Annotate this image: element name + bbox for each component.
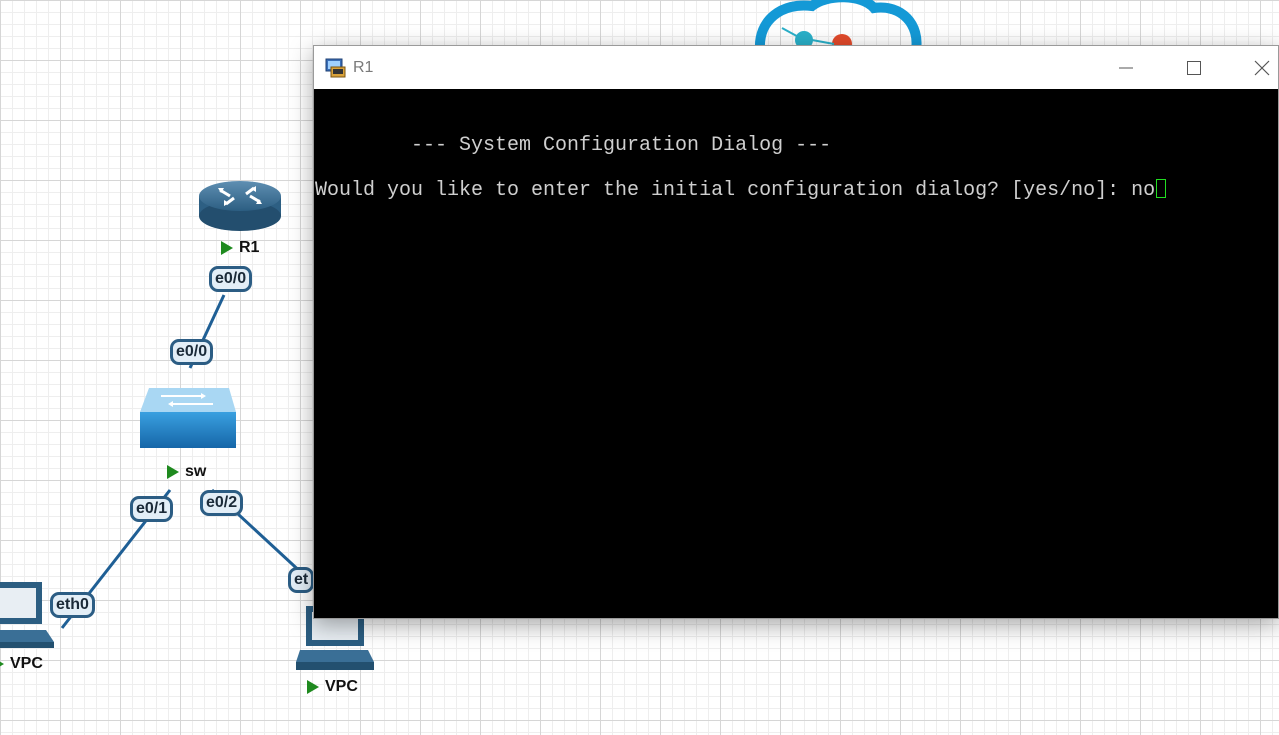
text-cursor (1156, 179, 1167, 198)
maximize-button[interactable] (1160, 46, 1228, 89)
minimize-icon (1119, 67, 1133, 68)
terminal-line-2: Would you like to enter the initial conf… (315, 179, 1167, 202)
vpc2-label: VPC (307, 678, 358, 696)
close-button[interactable] (1228, 46, 1279, 89)
window-titlebar[interactable]: R1 (314, 46, 1278, 89)
iface-r1-e0-0[interactable]: e0/0 (209, 266, 253, 292)
running-status-icon (221, 241, 233, 255)
iface-vpc1-eth0[interactable]: eth0 (50, 592, 95, 618)
switch-icon (140, 388, 236, 448)
iface-sw-e0-1[interactable]: e0/1 (130, 496, 174, 522)
close-icon (1254, 60, 1270, 75)
terminal-prompt-text: Would you like to enter the initial conf… (315, 179, 1156, 202)
window-title: R1 (353, 58, 374, 76)
vpc1-node[interactable] (0, 580, 54, 657)
router-icon (199, 181, 281, 231)
router-r1-label: R1 (221, 239, 259, 257)
router-r1[interactable] (198, 180, 282, 237)
pc-icon (0, 582, 54, 648)
vpc1-label: VPC (0, 655, 43, 673)
iface-sw-e0-0[interactable]: e0/0 (170, 339, 214, 365)
cloud-icon (754, 0, 922, 54)
switch-sw-label: sw (167, 463, 206, 481)
minimize-button[interactable] (1092, 46, 1160, 89)
terminal-line-1: --- System Configuration Dialog --- (315, 134, 832, 157)
terminal-app-icon (325, 57, 347, 79)
running-status-icon (0, 657, 4, 671)
switch-sw[interactable] (139, 386, 237, 455)
terminal-window-r1[interactable]: R1 --- System Configuration Dialog --- W… (313, 45, 1279, 619)
maximize-icon (1187, 60, 1201, 75)
iface-sw-e0-2[interactable]: e0/2 (200, 490, 244, 516)
running-status-icon (167, 465, 179, 479)
terminal-console[interactable]: --- System Configuration Dialog --- Woul… (314, 89, 1278, 618)
running-status-icon (307, 680, 319, 694)
iface-vpc2-eth0[interactable]: et (288, 567, 315, 593)
